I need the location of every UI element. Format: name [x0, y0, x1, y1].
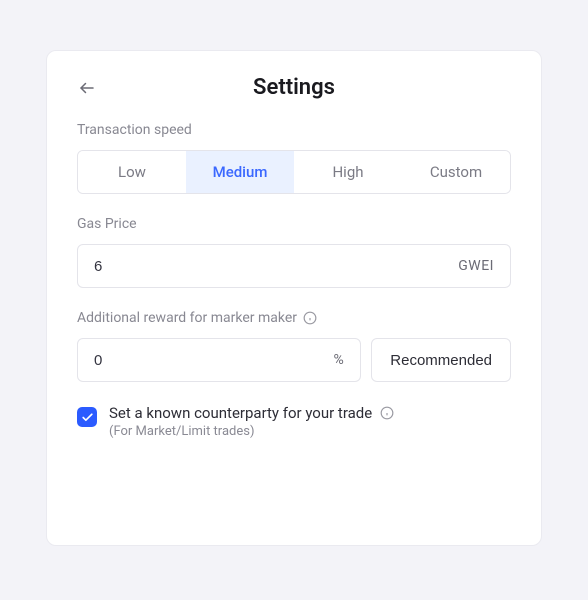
- counterparty-row: Set a known counterparty for your trade …: [77, 404, 511, 439]
- counterparty-sublabel: (For Market/Limit trades): [109, 424, 394, 439]
- counterparty-checkbox[interactable]: [77, 407, 97, 427]
- card-header: Settings: [77, 75, 511, 100]
- counterparty-text: Set a known counterparty for your trade …: [109, 404, 394, 439]
- counterparty-main: Set a known counterparty for your trade: [109, 404, 394, 422]
- gas-price-unit: GWEI: [458, 258, 494, 274]
- additional-reward-label: Additional reward for marker maker: [77, 310, 297, 326]
- settings-card: Settings Transaction speed Low Medium Hi…: [46, 50, 542, 546]
- info-icon: [380, 406, 394, 420]
- speed-option-custom[interactable]: Custom: [402, 151, 510, 193]
- gas-price-input-wrap: GWEI: [77, 244, 511, 288]
- check-icon: [81, 411, 94, 424]
- speed-option-high[interactable]: High: [294, 151, 402, 193]
- gas-price-input[interactable]: [94, 258, 458, 275]
- additional-reward-input[interactable]: [94, 352, 334, 369]
- page-title: Settings: [253, 75, 335, 100]
- transaction-speed-label: Transaction speed: [77, 122, 511, 138]
- additional-reward-label-row: Additional reward for marker maker: [77, 310, 511, 326]
- additional-reward-input-wrap: %: [77, 338, 361, 382]
- counterparty-label: Set a known counterparty for your trade: [109, 404, 372, 422]
- speed-option-low[interactable]: Low: [78, 151, 186, 193]
- additional-reward-unit: %: [334, 352, 345, 368]
- arrow-left-icon: [78, 79, 96, 97]
- gas-price-label: Gas Price: [77, 216, 511, 232]
- additional-reward-row: % Recommended: [77, 338, 511, 382]
- recommended-button[interactable]: Recommended: [371, 338, 511, 382]
- transaction-speed-segmented: Low Medium High Custom: [77, 150, 511, 194]
- info-icon: [303, 311, 317, 325]
- speed-option-medium[interactable]: Medium: [186, 151, 294, 193]
- back-button[interactable]: [77, 78, 97, 98]
